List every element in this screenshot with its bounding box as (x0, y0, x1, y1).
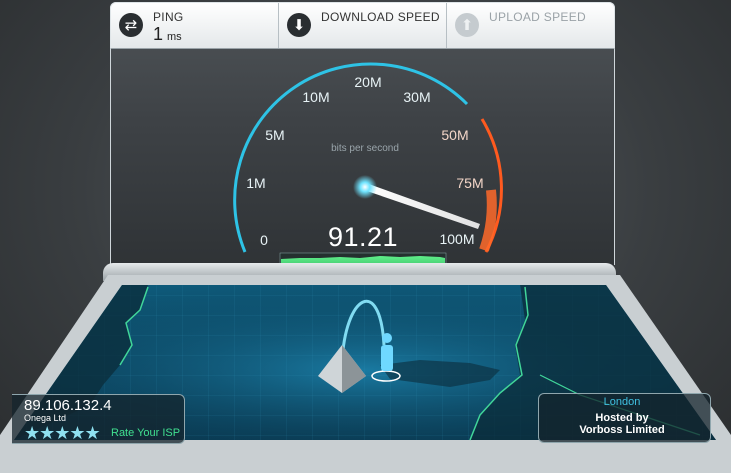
tick-label: 5M (265, 127, 285, 143)
gauge-unit-caption: bits per second (331, 143, 399, 154)
tick-label: 1M (246, 175, 266, 191)
hosted-by-label: Hosted by (595, 412, 649, 424)
server-city[interactable]: London (604, 396, 641, 408)
rate-isp-link[interactable]: Rate Your ISP (111, 427, 180, 439)
tick-label: 10M (302, 89, 330, 105)
rating-stars[interactable]: ★★★★★ (24, 423, 101, 444)
tick-label: 0 (260, 232, 268, 248)
tick-label: 75M (456, 175, 484, 191)
gauge-high-range-fill (479, 189, 497, 252)
tick-label: 100M (439, 231, 475, 247)
gauge-hub (353, 175, 377, 199)
user-figure-head (382, 333, 392, 343)
client-ip: 89.106.132.4 (24, 397, 112, 414)
tick-label: 20M (354, 74, 382, 90)
client-isp: Onega Ltd (24, 413, 67, 423)
user-figure-body (381, 345, 393, 371)
tick-label: 50M (441, 127, 469, 143)
server-host: Vorboss Limited (579, 424, 665, 436)
tick-label: 30M (403, 89, 431, 105)
speed-reading: 91.21 (327, 222, 399, 252)
